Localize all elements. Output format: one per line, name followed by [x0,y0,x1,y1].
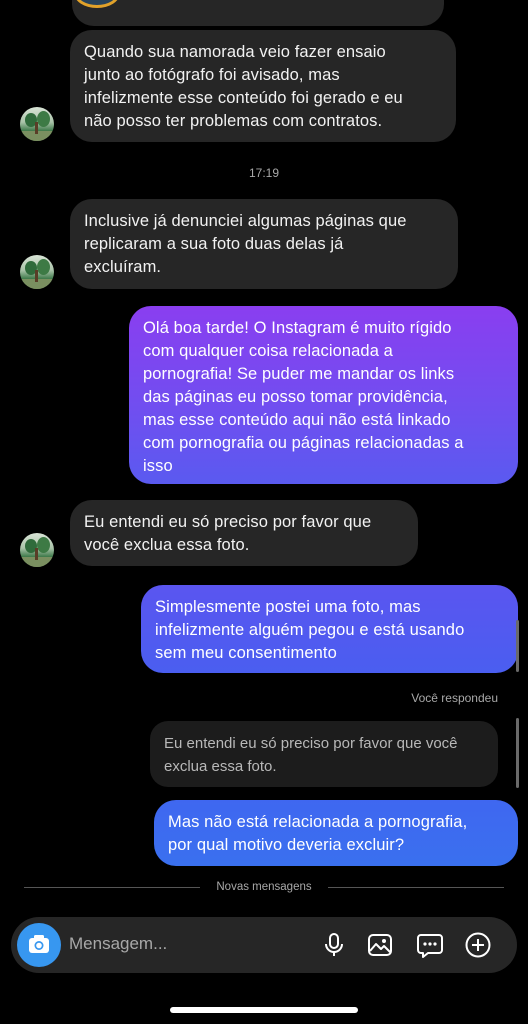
scrollbar[interactable] [516,620,519,672]
camera-button[interactable] [17,923,61,967]
message-timestamp: 17:19 [248,166,280,180]
plus-icon[interactable] [464,931,492,959]
message-composer: Mensagem... [11,917,517,973]
microphone-icon[interactable] [320,931,348,959]
contact-avatar[interactable] [20,107,54,141]
message-incoming[interactable]: Inclusive já denunciei algumas páginas q… [70,199,458,289]
contact-avatar[interactable] [20,533,54,567]
message-outgoing[interactable]: Simplesmente postei uma foto, mas infeli… [141,585,518,673]
divider-right [328,887,504,888]
quoted-message[interactable]: Eu entendi eu só preciso por favor que v… [150,721,498,787]
gallery-icon[interactable] [366,931,394,959]
message-input[interactable]: Mensagem... [69,934,167,954]
home-indicator[interactable] [170,1007,358,1013]
sticker-icon[interactable] [416,931,444,959]
camera-icon [29,935,49,953]
message-outgoing[interactable]: Mas não está relacionada a pornografia, … [154,800,518,866]
reply-label: Você respondeu [411,691,498,705]
message-incoming[interactable]: Quando sua namorada veio fazer ensaio ju… [70,30,456,142]
contact-avatar[interactable] [20,255,54,289]
scrollbar[interactable] [516,718,519,788]
message-outgoing[interactable]: Olá boa tarde! O Instagram é muito rígid… [129,306,518,484]
message-incoming[interactable]: Eu entendi eu só preciso por favor que v… [70,500,418,566]
previous-message-bubble [72,0,444,26]
